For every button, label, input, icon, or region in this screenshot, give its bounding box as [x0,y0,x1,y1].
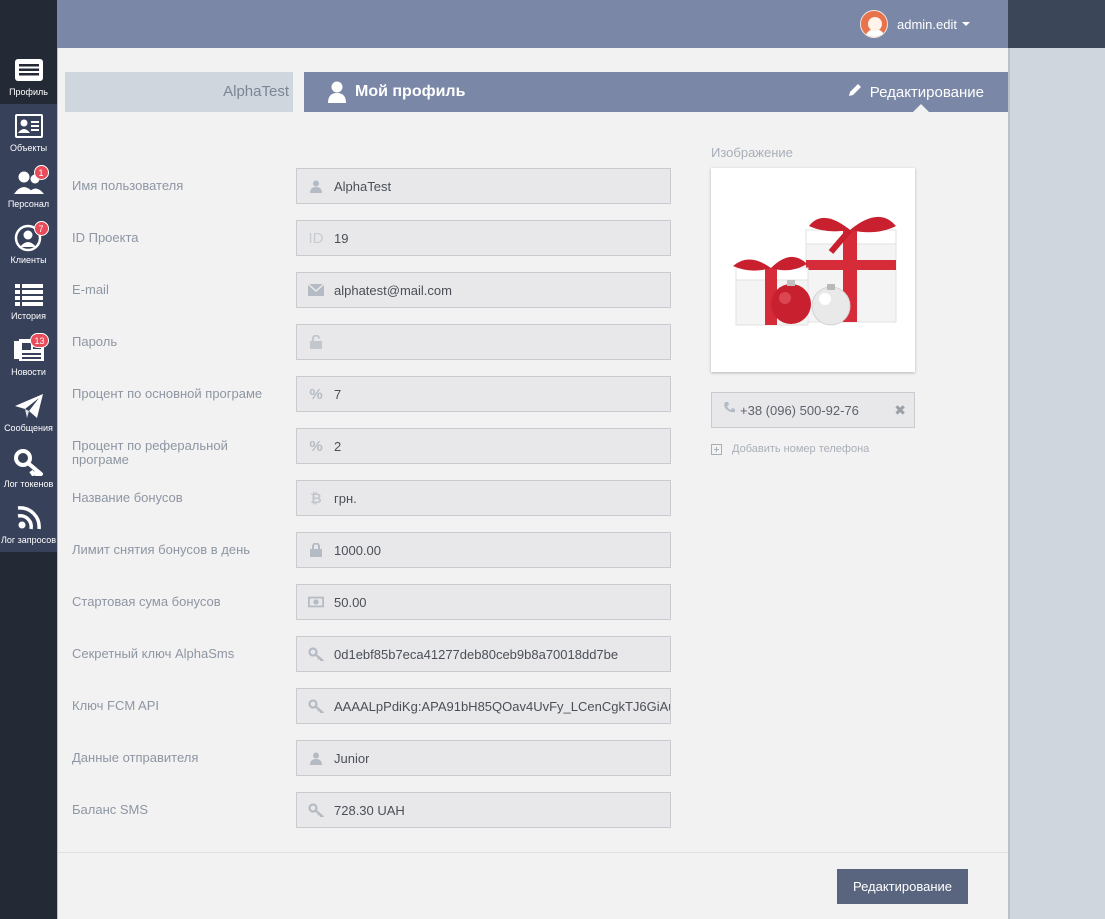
notification-badge: 1 [33,165,49,180]
field-label-fcm-key: Ключ FCM API [72,698,160,713]
email-field[interactable]: alphatest@mail.com [296,272,671,308]
bonus-name-field[interactable]: ₿ грн. [296,480,671,516]
sidebar-item-label: Объекты [9,143,48,153]
field-label-username: Имя пользователя [72,178,184,193]
field-label-bonus-name: Название бонусов [72,490,183,505]
sidebar-item-request-log[interactable]: Лог запросов [0,496,57,552]
profile-card-icon [13,56,45,84]
key-icon [308,802,324,818]
user-icon [308,178,324,194]
sidebar-item-messages[interactable]: Сообщения [0,384,57,440]
field-label-start-bonus: Стартовая сума бонусов [72,594,221,609]
top-bar-corner [1008,0,1105,48]
main-percent-field[interactable]: % 7 [296,376,671,412]
gift-image [733,216,897,326]
page-title: Мой профиль [328,72,465,112]
id-icon: ID [308,229,324,247]
sidebar-item-token-log[interactable]: Лог токенов [0,440,57,496]
envelope-icon [308,282,324,298]
edit-button[interactable]: Редактирование [837,869,968,904]
users-icon: 1 [13,165,49,196]
chevron-down-icon [961,22,970,26]
profile-header: Мой профиль Редактирование [304,72,1008,112]
rss-icon [13,504,45,532]
profile-image[interactable] [711,168,915,372]
close-icon[interactable]: ✖ [894,402,906,419]
plus-icon [711,443,722,455]
paper-plane-icon [13,392,45,420]
add-phone-link[interactable]: Добавить номер телефона [711,443,869,455]
sms-balance-field[interactable]: 728.30 UAH [296,792,671,828]
key-icon [13,448,45,477]
sidebar-item-history[interactable]: История [0,272,57,328]
tab-edit-label: Редактирование [869,83,984,101]
divider [58,852,1008,853]
avatar [860,10,888,38]
field-label-password: Пароль [72,334,118,349]
sidebar-item-label: Новости [11,367,46,377]
username-field[interactable]: AlphaTest [296,168,671,204]
money-icon [308,594,324,610]
field-label-project-id: ID Проекта [72,230,139,245]
project-id-field[interactable]: ID 19 [296,220,671,256]
page-title-text: Мой профиль [355,83,466,100]
user-menu[interactable]: admin.edit [860,10,970,38]
sidebar-item-staff[interactable]: 1 Персонал [0,160,57,216]
percent-icon: % [309,437,323,455]
notification-badge: 13 [30,333,49,348]
tab-indicator [913,104,929,112]
sidebar-item-label: Клиенты [10,255,47,265]
fcm-key-field[interactable]: AAAALpPdiKg:APA91bH85QOav4UvFy_LCenCgkTJ… [296,688,671,724]
sidebar-item-clients[interactable]: 7 Клиенты [0,216,57,272]
pencil-icon [848,83,862,101]
field-label-sender: Данные отправителя [72,750,199,765]
sidebar-item-news[interactable]: 13 Новости [0,328,57,384]
field-label-alphasms-key: Секретный ключ AlphaSms [72,646,235,661]
image-label: Изображение [711,145,793,160]
referral-percent-field[interactable]: % 2 [296,428,671,464]
key-icon [308,646,324,662]
bitcoin-icon: ₿ [310,490,322,506]
newspaper-icon: 13 [13,333,49,364]
phone-icon [723,401,736,419]
alphasms-key-field[interactable]: 0d1ebf85b7eca41277deb80ceb9b8a70018dd7be [296,636,671,672]
sidebar-item-profile[interactable]: Профиль [0,48,57,104]
sender-field[interactable]: Junior [296,740,671,776]
field-label-main-percent: Процент по основной програме [72,386,263,401]
sidebar-item-label: История [11,311,46,321]
sidebar-item-label: Профиль [9,87,48,97]
sidebar-item-objects[interactable]: Объекты [0,104,57,160]
key-icon [308,698,324,714]
user-icon [308,750,324,766]
sidebar-item-label: Лог токенов [3,479,54,489]
start-bonus-field[interactable]: 50.00 [296,584,671,620]
password-field[interactable] [296,324,671,360]
user-icon [328,81,346,103]
client-icon: 7 [13,221,49,252]
field-label-email: E-mail [72,282,109,297]
list-icon [13,280,45,308]
field-label-referral-percent: Процент по реферальной програме [72,438,228,467]
bonus-limit-field[interactable]: 1000.00 [296,532,671,568]
lock-icon [308,542,324,558]
sidebar-item-label: Сообщения [4,423,53,433]
sidebar-item-label: Лог запросов [0,535,57,545]
panel-edge [1008,48,1010,919]
unlock-icon [308,334,324,350]
percent-icon: % [309,385,323,403]
phone-field[interactable]: +38 (096) 500-92-76 ✖ [711,392,915,428]
sidebar-item-label: Персонал [7,199,50,209]
username: admin.edit [897,16,957,32]
field-label-sms-balance: Баланс SMS [72,802,149,817]
notification-badge: 7 [33,221,49,236]
project-name-tab: AlphaTest [65,72,293,112]
id-card-icon [13,112,45,140]
field-label-bonus-limit: Лимит снятия бонусов в день [72,542,251,557]
